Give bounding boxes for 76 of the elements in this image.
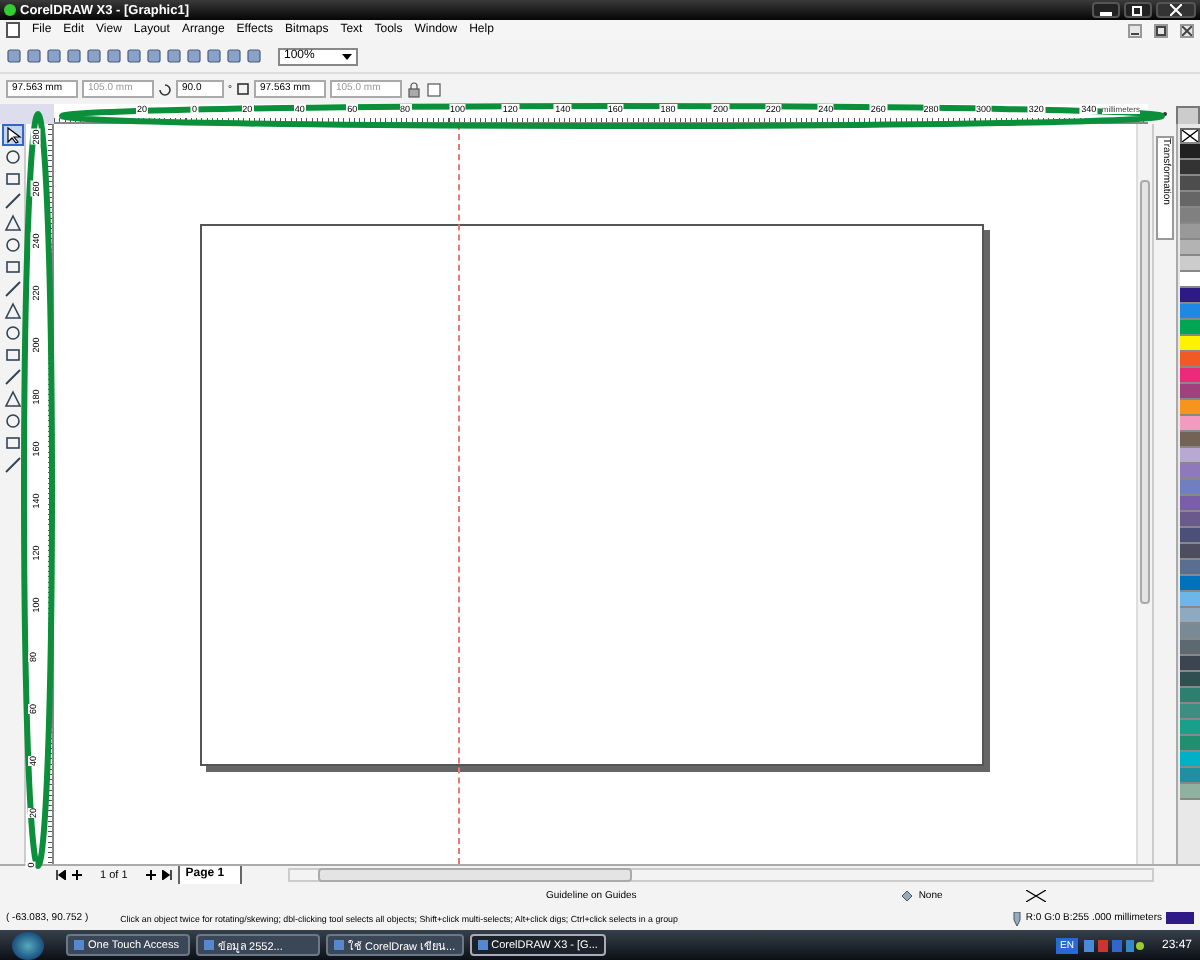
vertical-scrollbar[interactable] (1136, 124, 1152, 864)
color-swatch[interactable] (1179, 688, 1199, 704)
size-icon (236, 82, 250, 96)
polygon-icon[interactable] (3, 302, 21, 320)
color-swatch[interactable] (1179, 240, 1199, 256)
fill-bucket-icon (900, 890, 915, 902)
rotate-icon (158, 82, 172, 96)
color-swatch[interactable] (1179, 256, 1199, 272)
color-swatch[interactable] (1179, 592, 1199, 608)
app-logo-icon (4, 4, 16, 16)
color-swatch[interactable] (1179, 176, 1199, 192)
color-swatch[interactable] (1179, 528, 1199, 544)
grid-icon[interactable] (426, 81, 442, 97)
caret-icon (342, 53, 352, 59)
color-swatch[interactable] (1179, 544, 1199, 560)
scroll-thumb[interactable] (318, 868, 633, 882)
lock-icon[interactable] (406, 81, 422, 97)
outline-color-swatch (1166, 912, 1194, 924)
color-swatch[interactable] (1179, 480, 1199, 496)
color-swatch[interactable] (1179, 416, 1199, 432)
pen-nib-icon (1011, 911, 1022, 925)
scroll-thumb[interactable] (1140, 180, 1150, 604)
color-swatch[interactable] (1179, 672, 1199, 688)
no-fill-icon (1026, 890, 1047, 902)
color-swatch[interactable] (1179, 512, 1199, 528)
guideline[interactable] (458, 124, 460, 864)
color-swatch[interactable] (1179, 400, 1199, 416)
color-swatch[interactable] (1179, 608, 1199, 624)
no-color-swatch[interactable] (1179, 128, 1199, 144)
color-swatch[interactable] (1179, 656, 1199, 672)
start-button[interactable] (12, 931, 44, 959)
minimize-button[interactable] (1128, 23, 1142, 37)
color-swatch[interactable] (1179, 720, 1199, 736)
color-swatch[interactable] (1179, 320, 1199, 336)
add-page-icon[interactable] (145, 870, 156, 880)
color-swatch[interactable] (1179, 496, 1199, 512)
minimize-button[interactable] (1092, 2, 1120, 18)
close-icon (1182, 25, 1192, 35)
add-page-icon[interactable] (72, 870, 82, 880)
color-swatch[interactable] (1179, 432, 1199, 448)
color-swatch[interactable] (1179, 640, 1199, 656)
color-swatch[interactable] (1179, 784, 1199, 800)
palette-menu-icon[interactable] (1176, 106, 1200, 126)
restore-button[interactable] (1124, 2, 1152, 18)
color-swatch[interactable] (1179, 160, 1199, 176)
color-swatch[interactable] (1179, 448, 1199, 464)
color-swatch[interactable] (1179, 368, 1199, 384)
color-swatch[interactable] (1179, 304, 1199, 320)
color-swatch[interactable] (1179, 736, 1199, 752)
color-swatch[interactable] (1179, 624, 1199, 640)
color-swatch[interactable] (1179, 224, 1199, 240)
last-page-icon[interactable] (161, 870, 172, 880)
color-swatch[interactable] (1179, 192, 1199, 208)
rectangle-icon[interactable] (3, 258, 21, 276)
tray-icons-drawing (1083, 939, 1144, 951)
color-swatch[interactable] (1179, 336, 1199, 352)
color-swatch[interactable] (1179, 704, 1199, 720)
color-swatch[interactable] (1179, 352, 1199, 368)
restore-icon (1156, 25, 1166, 35)
close-icon (1170, 4, 1182, 16)
close-button[interactable] (1180, 23, 1194, 37)
horizontal-scrollbar[interactable] (288, 868, 1154, 882)
color-swatch[interactable] (1179, 272, 1199, 288)
color-swatch[interactable] (1179, 384, 1199, 400)
color-swatch[interactable] (1179, 144, 1199, 160)
close-button[interactable] (1156, 2, 1196, 18)
color-swatch[interactable] (1179, 208, 1199, 224)
color-swatch[interactable] (1179, 288, 1199, 304)
color-swatch[interactable] (1179, 464, 1199, 480)
color-swatch[interactable] (1179, 576, 1199, 592)
color-swatch[interactable] (1179, 752, 1199, 768)
restore-button[interactable] (1154, 23, 1168, 37)
arrow-pointer-icon[interactable] (3, 126, 21, 144)
first-page-icon[interactable] (56, 870, 66, 880)
color-swatch[interactable] (1179, 768, 1199, 784)
color-swatch[interactable] (1179, 560, 1199, 576)
